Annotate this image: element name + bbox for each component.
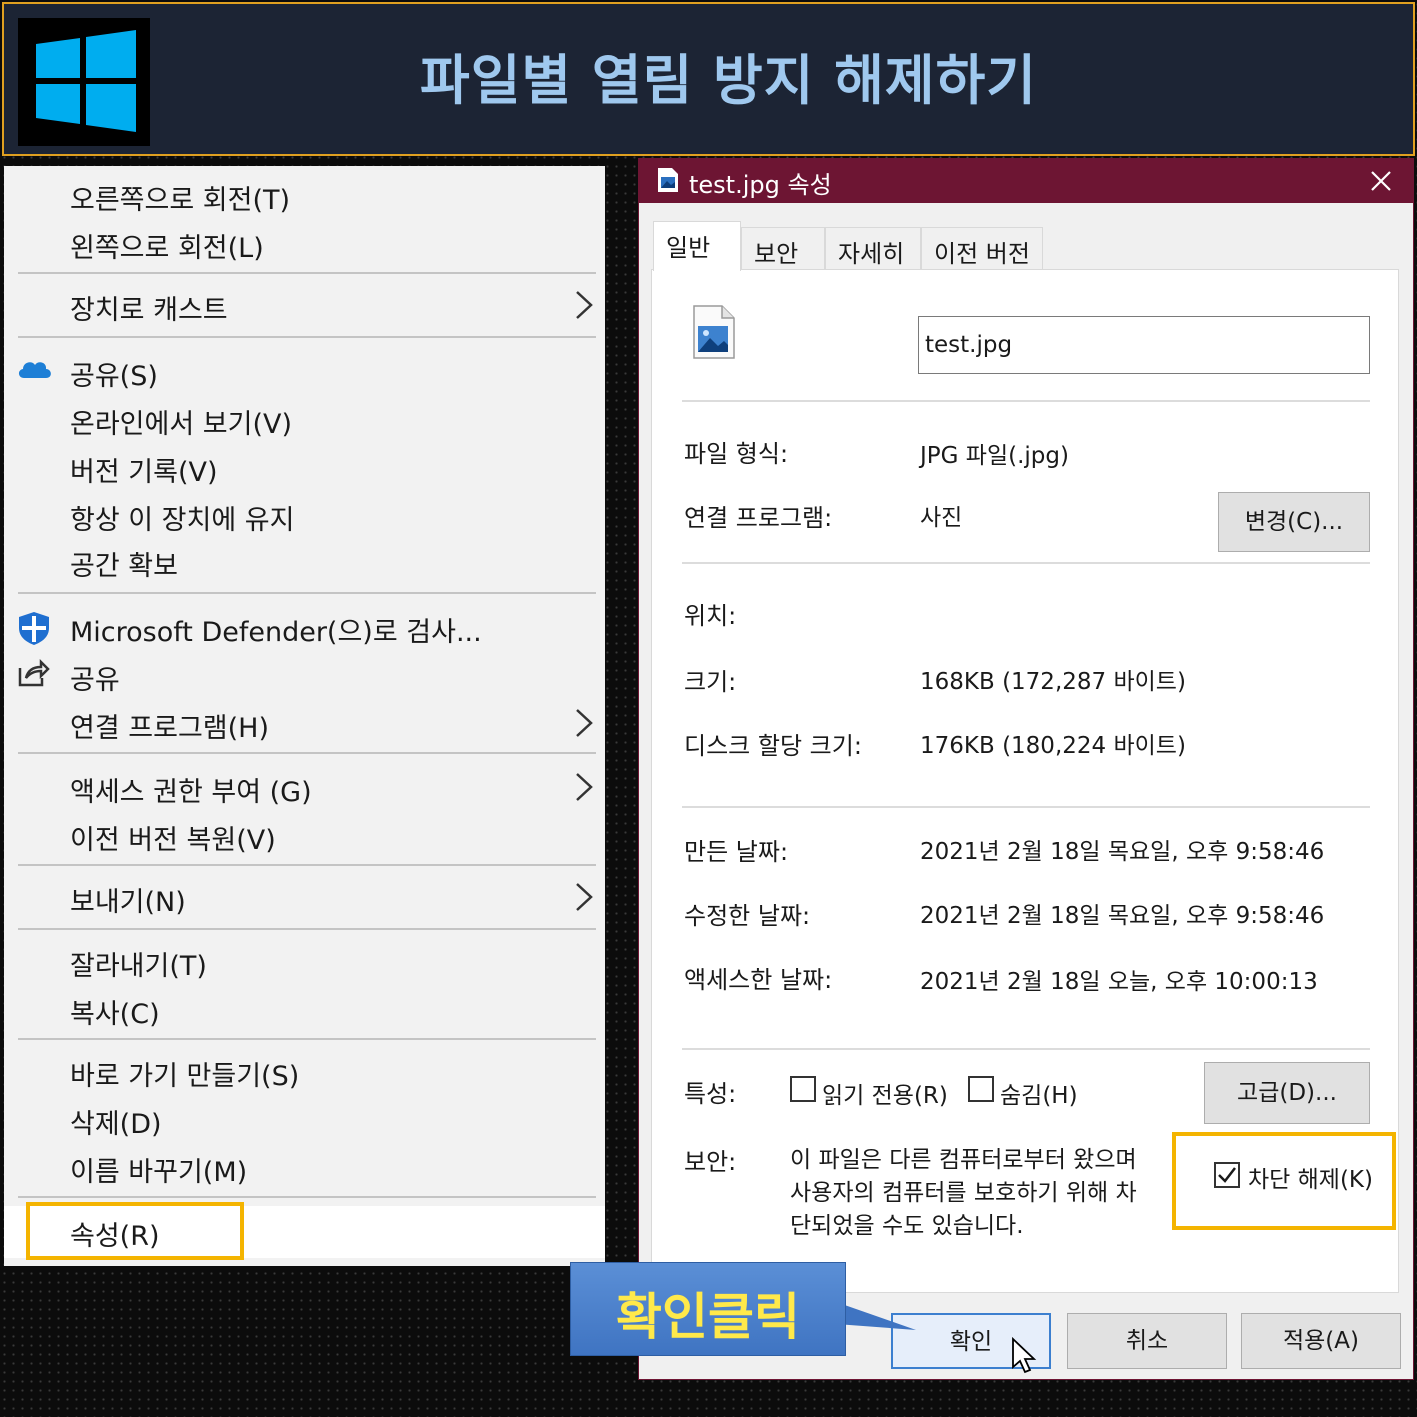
- menu-item-onedrive-share[interactable]: 공유(S): [4, 348, 605, 392]
- menu-item-open-with[interactable]: 연결 프로그램(H): [4, 700, 605, 744]
- image-file-icon: [658, 168, 678, 192]
- menu-item-copy[interactable]: 복사(C): [4, 986, 605, 1030]
- tab-general[interactable]: 일반: [653, 221, 741, 271]
- menu-separator: [18, 928, 596, 930]
- onedrive-cloud-icon: [18, 362, 51, 378]
- banner: 파일별 열림 방지 해제하기: [2, 2, 1415, 156]
- advanced-button[interactable]: 고급(D)...: [1204, 1062, 1370, 1124]
- chevron-right-icon: [576, 291, 593, 319]
- divider: [682, 806, 1370, 808]
- location-label: 위치:: [684, 602, 737, 630]
- menu-item-rotate-right[interactable]: 오른쪽으로 회전(T): [4, 172, 605, 216]
- accessed-value: 2021년 2월 18일 오늘, 오후 10:00:13: [920, 969, 1318, 995]
- menu-item-defender-scan[interactable]: Microsoft Defender(으)로 검사...: [4, 604, 605, 648]
- menu-separator: [18, 1038, 596, 1040]
- unblock-highlight-box: 차단 해제(K): [1172, 1132, 1396, 1230]
- dialog-titlebar[interactable]: test.jpg 속성: [639, 159, 1413, 203]
- context-menu: 오른쪽으로 회전(T) 왼쪽으로 회전(L) 장치로 캐스트 공유(S) 온라인…: [4, 166, 605, 1266]
- chevron-right-icon: [576, 883, 593, 911]
- jpg-file-icon: [693, 305, 735, 359]
- file-name-field[interactable]: [918, 316, 1370, 374]
- size-value: 168KB (172,287 바이트): [920, 669, 1186, 695]
- menu-item-view-online[interactable]: 온라인에서 보기(V): [4, 396, 605, 440]
- mouse-cursor-icon: [1012, 1337, 1037, 1374]
- menu-separator: [18, 336, 596, 338]
- menu-separator: [18, 752, 596, 754]
- modified-value: 2021년 2월 18일 목요일, 오후 9:58:46: [920, 903, 1325, 929]
- menu-separator: [18, 272, 596, 274]
- properties-dialog: test.jpg 속성 일반 보안 자세히 이전 버전 파일 형식: JPG 파…: [638, 158, 1414, 1380]
- created-value: 2021년 2월 18일 목요일, 오후 9:58:46: [920, 839, 1325, 865]
- dialog-title: test.jpg 속성: [689, 171, 832, 199]
- banner-title: 파일별 열림 방지 해제하기: [420, 49, 1037, 112]
- unblock-checkbox[interactable]: [1214, 1162, 1240, 1188]
- general-tab-panel: 파일 형식: JPG 파일(.jpg) 연결 프로그램: 사진 변경(C)...…: [651, 269, 1399, 1293]
- opens-with-value: 사진: [920, 505, 963, 531]
- menu-item-properties[interactable]: 속성(R): [4, 1208, 605, 1252]
- menu-item-cast-to-device[interactable]: 장치로 캐스트: [4, 282, 605, 326]
- size-on-disk-value: 176KB (180,224 바이트): [920, 733, 1186, 759]
- chevron-right-icon: [576, 773, 593, 801]
- modified-label: 수정한 날짜:: [684, 902, 811, 930]
- menu-separator: [18, 864, 596, 866]
- tab-details[interactable]: 자세히: [825, 227, 921, 269]
- size-on-disk-label: 디스크 할당 크기:: [684, 732, 862, 760]
- divider: [682, 562, 1370, 564]
- close-icon: [1371, 171, 1391, 191]
- menu-item-restore-previous[interactable]: 이전 버전 복원(V): [4, 812, 605, 856]
- attributes-label: 특성:: [684, 1080, 737, 1108]
- opens-with-label: 연결 프로그램:: [684, 504, 833, 532]
- security-label: 보안:: [684, 1148, 737, 1176]
- unblock-label: 차단 해제(K): [1248, 1167, 1373, 1193]
- accessed-label: 액세스한 날짜:: [684, 966, 833, 994]
- readonly-label: 읽기 전용(R): [822, 1083, 948, 1109]
- file-type-value: JPG 파일(.jpg): [920, 443, 1069, 469]
- divider: [682, 400, 1370, 402]
- menu-item-always-keep[interactable]: 항상 이 장치에 유지: [4, 492, 605, 536]
- menu-item-give-access[interactable]: 액세스 권한 부여 (G): [4, 764, 605, 808]
- cancel-button[interactable]: 취소: [1067, 1313, 1227, 1369]
- apply-button[interactable]: 적용(A): [1241, 1313, 1401, 1369]
- file-type-label: 파일 형식:: [684, 440, 789, 468]
- created-label: 만든 날짜:: [684, 838, 789, 866]
- security-message: 이 파일은 다른 컴퓨터로부터 왔으며 사용자의 컴퓨터를 보호하기 위해 차 …: [790, 1147, 1137, 1239]
- change-button[interactable]: 변경(C)...: [1218, 492, 1370, 552]
- hidden-label: 숨김(H): [1000, 1083, 1078, 1109]
- size-label: 크기:: [684, 668, 737, 696]
- close-button[interactable]: [1363, 163, 1399, 199]
- hidden-checkbox[interactable]: [968, 1076, 994, 1102]
- callout-box: 확인클릭: [570, 1262, 846, 1356]
- callout-pointer: [836, 1302, 916, 1330]
- chevron-right-icon: [576, 709, 593, 737]
- menu-separator: [18, 592, 596, 594]
- menu-separator: [18, 1196, 596, 1198]
- menu-item-create-shortcut[interactable]: 바로 가기 만들기(S): [4, 1048, 605, 1092]
- menu-item-free-up-space[interactable]: 공간 확보: [4, 538, 605, 582]
- menu-item-rename[interactable]: 이름 바꾸기(M): [4, 1144, 605, 1188]
- checkmark-icon: [1218, 1167, 1236, 1183]
- menu-item-version-history[interactable]: 버전 기록(V): [4, 444, 605, 488]
- readonly-checkbox[interactable]: [790, 1076, 816, 1102]
- divider: [682, 1048, 1370, 1050]
- callout-text: 확인클릭: [616, 1288, 800, 1346]
- menu-item-send-to[interactable]: 보내기(N): [4, 874, 605, 918]
- tab-previous-versions[interactable]: 이전 버전: [921, 227, 1043, 269]
- menu-item-cut[interactable]: 잘라내기(T): [4, 938, 605, 982]
- menu-item-rotate-left[interactable]: 왼쪽으로 회전(L): [4, 220, 605, 264]
- share-icon: [18, 658, 50, 687]
- tab-security[interactable]: 보안: [741, 227, 825, 269]
- defender-shield-icon: [19, 612, 49, 645]
- menu-item-share[interactable]: 공유: [4, 652, 605, 696]
- menu-item-delete[interactable]: 삭제(D): [4, 1096, 605, 1140]
